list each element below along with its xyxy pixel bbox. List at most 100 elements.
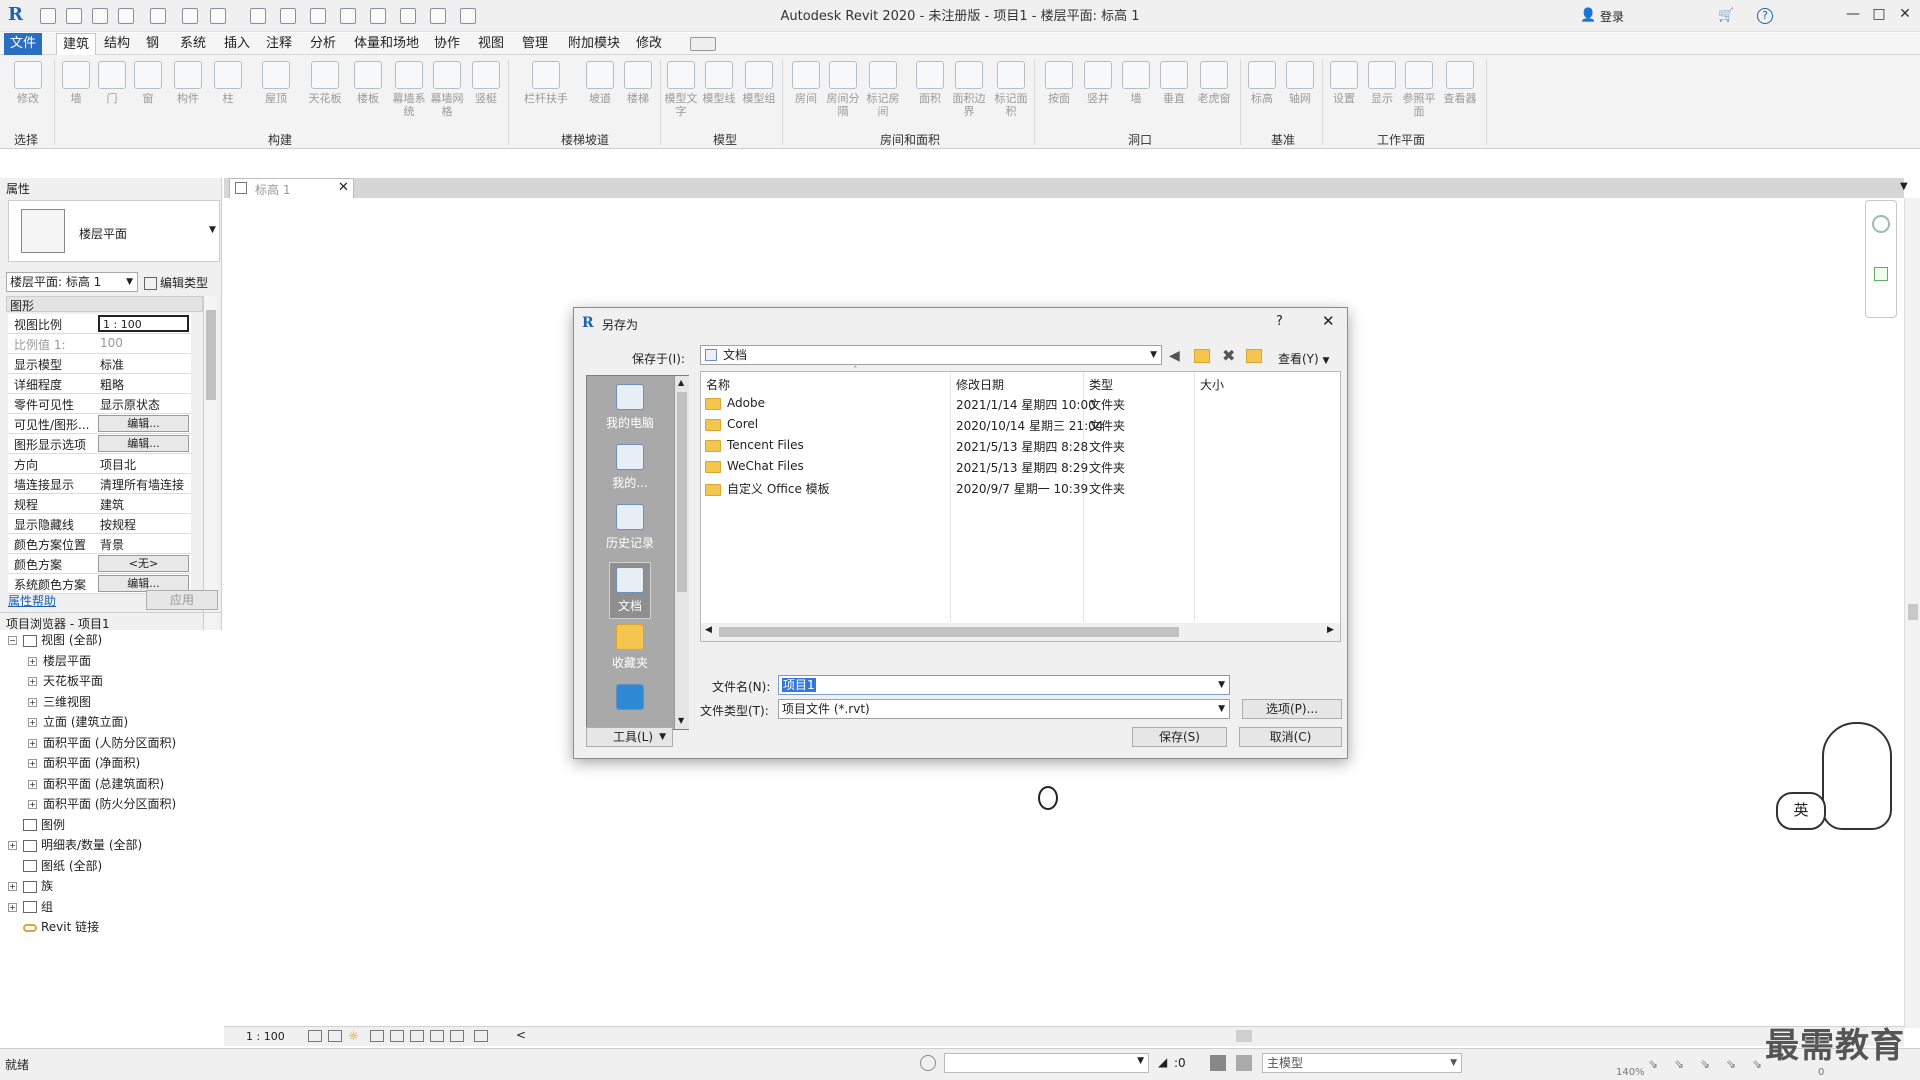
tab-massing[interactable]: 体量和场地 [348, 33, 425, 55]
scroll-up-icon[interactable]: ▲ [678, 378, 684, 387]
expand-icon[interactable]: + [28, 656, 37, 666]
close-button[interactable]: ✕ [1894, 6, 1916, 26]
face-select-icon[interactable]: ⇘ [1726, 1057, 1736, 1071]
apply-button[interactable]: 应用 [146, 590, 218, 610]
door-button[interactable]: 门 [94, 61, 130, 105]
property-value[interactable]: 建筑 [100, 496, 124, 513]
expand-icon[interactable]: + [28, 779, 37, 789]
tab-addins[interactable]: 附加模块 [562, 33, 626, 55]
close-icon[interactable]: ✕ [338, 180, 349, 195]
floor-button[interactable]: 楼板 [350, 61, 386, 105]
mullion-button[interactable]: 竖梃 [468, 61, 504, 105]
tab-file[interactable]: 文件 [4, 33, 43, 55]
browser-item[interactable]: Revit 链接 [8, 918, 99, 938]
type-selector[interactable]: 楼层平面 ▼ [8, 200, 220, 262]
ramp-button[interactable]: 坡道 [582, 61, 618, 105]
visual-style-icon[interactable] [328, 1030, 342, 1042]
expand-icon[interactable]: + [8, 902, 17, 912]
place-my-computer[interactable]: 我的电脑 [587, 384, 673, 431]
property-row[interactable]: 详细程度 粗略 [8, 374, 191, 394]
property-row[interactable]: 比例值 1: 100 [8, 334, 191, 354]
maximize-button[interactable]: □ [1868, 6, 1890, 26]
crop-icon[interactable] [390, 1030, 404, 1042]
browser-item[interactable]: + 组 [8, 898, 53, 918]
property-row[interactable]: 颜色方案 <无> [8, 554, 191, 574]
railing-button[interactable]: 栏杆扶手 [516, 61, 576, 105]
pinned-select-icon[interactable]: ⇘ [1700, 1057, 1710, 1071]
property-value[interactable]: 按规程 [100, 516, 136, 533]
tab-menu-icon[interactable]: ▼ [1900, 181, 1908, 192]
scroll-thumb[interactable] [719, 627, 1179, 637]
tag-room-button[interactable]: 标记房间 [866, 61, 900, 118]
tab-insert[interactable]: 插入 [218, 33, 256, 55]
underlay-select-icon[interactable]: ⇘ [1674, 1057, 1684, 1071]
login-link[interactable]: 登录 [1600, 8, 1624, 25]
col-size[interactable]: 大小 [1200, 376, 1224, 393]
design-options-icon[interactable] [1236, 1055, 1252, 1071]
help-button[interactable]: ? [1276, 314, 1283, 329]
property-row[interactable]: 视图比例 1 : 100 [8, 314, 191, 334]
dormer-button[interactable]: 老虎窗 [1194, 61, 1234, 105]
browser-item[interactable]: 图纸 (全部) [8, 857, 102, 877]
link-select-icon[interactable]: ⇘ [1648, 1057, 1658, 1071]
help-icon[interactable]: ? [1757, 8, 1773, 24]
roof-button[interactable]: 屋顶 [258, 61, 294, 105]
tab-structure[interactable]: 结构 [98, 33, 136, 55]
expand-icon[interactable]: + [8, 841, 17, 850]
tab-manage[interactable]: 管理 [516, 33, 554, 55]
property-edit-button[interactable]: <无> [98, 555, 189, 572]
expand-icon[interactable]: + [28, 718, 37, 727]
property-value[interactable]: 粗略 [100, 376, 124, 393]
browser-item[interactable]: − 视图 (全部) [8, 631, 102, 651]
grid-button[interactable]: 轴网 [1282, 61, 1318, 105]
workset-icon[interactable] [920, 1055, 936, 1071]
panel-toggle-icon[interactable] [690, 37, 716, 51]
filter-icon[interactable]: ◢ [1158, 1055, 1167, 1069]
property-row[interactable]: 规程 建筑 [8, 494, 191, 514]
steering-wheel-icon[interactable] [1872, 215, 1890, 233]
vertical-scrollbar[interactable] [1904, 198, 1920, 1028]
file-row[interactable]: Adobe 2021/1/14 星期四 10:00 文件夹 [705, 396, 1125, 417]
ceiling-button[interactable]: 天花板 [304, 61, 346, 105]
property-row[interactable]: 显示隐藏线 按规程 [8, 514, 191, 534]
properties-help-link[interactable]: 属性帮助 [8, 592, 56, 609]
section-header[interactable]: 图形 [6, 296, 203, 313]
save-button[interactable]: 保存(S) [1132, 727, 1227, 747]
horizontal-scrollbar[interactable]: ◀ ▶ [701, 623, 1340, 641]
expand-icon[interactable]: + [28, 697, 37, 707]
browser-item[interactable]: + 立面 (建筑立面) [28, 713, 128, 733]
place-network[interactable]: 我的... [587, 444, 673, 491]
browser-item[interactable]: + 面积平面 (净面积) [28, 754, 140, 774]
curtain-system-button[interactable]: 幕墙系统 [392, 61, 426, 118]
wall-button[interactable]: 墙 [58, 61, 94, 105]
property-value[interactable]: 项目北 [100, 456, 136, 473]
file-row[interactable]: 自定义 Office 模板 2020/9/7 星期一 10:39 文件夹 [705, 480, 1125, 501]
shaft-button[interactable]: 竖井 [1080, 61, 1116, 105]
scroll-down-icon[interactable]: ▼ [678, 716, 684, 725]
window-button[interactable]: 窗 [130, 61, 166, 105]
property-row[interactable]: 可见性/图形... 编辑... [8, 414, 191, 434]
curtain-grid-button[interactable]: 幕墙网格 [430, 61, 464, 118]
level-button[interactable]: 标高 [1244, 61, 1280, 105]
detail-level-icon[interactable] [308, 1030, 322, 1042]
ref-plane-button[interactable]: 参照平面 [1402, 61, 1436, 118]
crop-region-icon[interactable] [410, 1030, 424, 1042]
filetype-select[interactable]: 项目文件 (*.rvt) ▼ [778, 699, 1230, 719]
places-scrollbar[interactable]: ▲ ▼ [674, 376, 689, 729]
delete-icon[interactable]: ✖ [1222, 346, 1235, 365]
property-edit-button[interactable]: 编辑... [98, 435, 189, 452]
horizontal-scroll-thumb[interactable] [1236, 1030, 1252, 1042]
viewer-button[interactable]: 查看器 [1440, 61, 1480, 105]
component-button[interactable]: 构件 [170, 61, 206, 105]
place-history[interactable]: 历史记录 [587, 504, 673, 551]
instance-selector[interactable]: 楼层平面: 标高 1 ▼ [6, 272, 138, 292]
file-row[interactable]: Tencent Files 2021/5/13 星期四 8:28 文件夹 [705, 438, 1125, 459]
file-row[interactable]: Corel 2020/10/14 星期三 21:04 文件夹 [705, 417, 1125, 438]
tab-collaborate[interactable]: 协作 [428, 33, 466, 55]
collapse-icon[interactable]: − [8, 636, 17, 645]
minimize-button[interactable]: — [1842, 6, 1864, 26]
edit-type-button[interactable]: 编辑类型 [144, 274, 208, 291]
temp-hide-icon[interactable] [430, 1030, 444, 1042]
browser-item[interactable]: + 族 [8, 877, 53, 897]
scroll-left-icon[interactable]: ◀ [705, 625, 712, 635]
